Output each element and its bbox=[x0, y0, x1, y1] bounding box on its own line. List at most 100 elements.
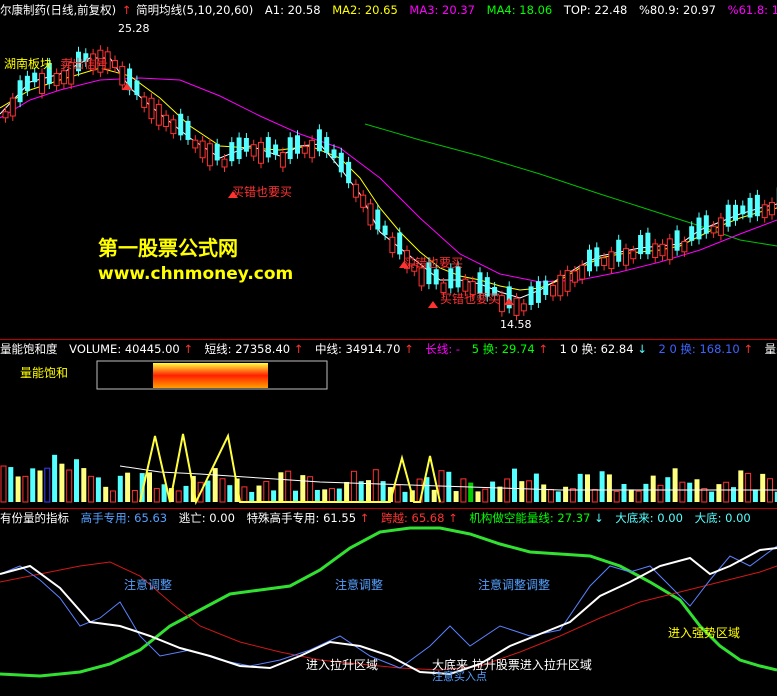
candle bbox=[375, 209, 381, 230]
short-value: 短线: 27358.40 bbox=[204, 342, 291, 356]
pct80-value: %80.9: 20.97 bbox=[638, 3, 716, 17]
candle bbox=[550, 284, 556, 297]
down-arrow-icon: ↓ bbox=[637, 342, 647, 356]
volume-chart[interactable] bbox=[0, 356, 777, 506]
volume-bar bbox=[227, 485, 233, 502]
candle bbox=[279, 152, 286, 168]
volume-bar bbox=[350, 470, 357, 503]
candle bbox=[630, 250, 637, 260]
volume-bar bbox=[372, 469, 379, 503]
volume-bar bbox=[475, 491, 481, 502]
volume-bar bbox=[322, 489, 328, 502]
candle bbox=[498, 295, 505, 313]
candle bbox=[134, 80, 140, 96]
high-price-label: 25.28 bbox=[118, 22, 150, 35]
volume-panel-header: 量能饱和度 VOLUME: 40445.00 ↑ 短线: 27358.40 ↑ … bbox=[0, 341, 777, 357]
volume-bar bbox=[30, 468, 36, 502]
volume-bar bbox=[606, 474, 612, 502]
candle bbox=[652, 243, 659, 259]
down-arrow-icon: ↓ bbox=[593, 511, 604, 525]
candle bbox=[579, 264, 586, 280]
candle bbox=[725, 204, 731, 227]
volume-bar bbox=[613, 490, 620, 503]
candle bbox=[367, 203, 374, 226]
volume-bar bbox=[760, 473, 766, 502]
volume-bar bbox=[504, 478, 511, 503]
candle bbox=[638, 235, 644, 255]
candle bbox=[60, 70, 67, 85]
escape-value: 逃亡: 0.00 bbox=[178, 511, 235, 525]
candle bbox=[206, 143, 213, 167]
volume-bar bbox=[621, 484, 627, 502]
candle bbox=[250, 144, 257, 157]
candle bbox=[528, 286, 534, 305]
big-bottom-value: 大底: 0.00 bbox=[694, 511, 751, 525]
blue-line bbox=[0, 545, 777, 669]
volume-bar bbox=[147, 472, 152, 502]
volume-bar bbox=[635, 490, 642, 503]
candle bbox=[557, 274, 564, 297]
volume-bar bbox=[453, 491, 459, 502]
volume-bar bbox=[745, 472, 752, 503]
volume-bar bbox=[256, 485, 262, 502]
volume-bar bbox=[628, 489, 634, 502]
volume-bar bbox=[533, 473, 539, 502]
saturation-gauge-fill bbox=[153, 363, 268, 388]
indicator-panel-title[interactable]: 有份量的指标 bbox=[0, 511, 69, 525]
candle bbox=[564, 270, 571, 292]
up-arrow-icon: ↑ bbox=[121, 3, 132, 17]
pct618-value: %61.8: 19.46 bbox=[727, 3, 777, 17]
stock-title[interactable]: 尔康制药(日线,前复权) bbox=[0, 3, 116, 17]
candle bbox=[309, 139, 316, 159]
volume-bar bbox=[358, 481, 364, 502]
up-arrow-icon: ↑ bbox=[183, 342, 194, 356]
special-pro-value: 特殊高手专用: 61.55 bbox=[246, 511, 357, 525]
volume-bar bbox=[738, 470, 744, 502]
up-arrow-icon: ↑ bbox=[743, 342, 753, 356]
candle bbox=[9, 97, 16, 117]
volume-bar bbox=[88, 475, 95, 503]
up-arrow-icon: ↑ bbox=[404, 342, 414, 356]
indicator-name[interactable]: 简明均线(5,10,20,60) bbox=[136, 3, 253, 17]
volume-bar bbox=[563, 486, 569, 502]
indicator-panel-header: 有份量的指标 高手专用: 65.63 逃亡: 0.00 特殊高手专用: 61.5… bbox=[0, 510, 777, 526]
candle bbox=[295, 135, 300, 154]
volume-panel-title[interactable]: 量能饱和度 bbox=[0, 342, 58, 356]
volume-bar bbox=[329, 488, 335, 503]
buy-point-tag: 注意买入点 bbox=[432, 670, 487, 683]
candle bbox=[119, 65, 126, 86]
volume-bar bbox=[44, 467, 51, 503]
volume-bar bbox=[66, 469, 73, 503]
volume-bar bbox=[344, 481, 350, 502]
candlestick-chart[interactable] bbox=[0, 18, 777, 340]
candle bbox=[229, 142, 235, 162]
volume-bar bbox=[679, 481, 686, 503]
volume-bar bbox=[249, 491, 255, 502]
candle bbox=[696, 217, 702, 240]
volume-bar bbox=[526, 480, 533, 503]
watermark-url: www.chnmoney.com bbox=[98, 264, 294, 284]
candle bbox=[141, 96, 148, 108]
volume-bar bbox=[183, 485, 189, 502]
indicator-chart[interactable] bbox=[0, 526, 777, 696]
panel-separator bbox=[0, 339, 777, 340]
volume-bar bbox=[468, 482, 474, 502]
candle bbox=[301, 145, 308, 154]
candle bbox=[273, 144, 279, 155]
candle bbox=[448, 268, 454, 289]
candle bbox=[316, 129, 322, 152]
candle bbox=[53, 73, 60, 87]
volume-bar bbox=[541, 484, 547, 502]
candle bbox=[520, 303, 527, 312]
volume-bar bbox=[307, 476, 314, 503]
candle bbox=[287, 137, 293, 160]
strong-zone-tag: 进入强势区域 bbox=[668, 626, 741, 640]
up-arrow-icon: ↑ bbox=[538, 342, 548, 356]
volume-bar bbox=[577, 473, 583, 502]
volume-bar bbox=[0, 465, 7, 503]
sell-signal-tag: 卖出信号 bbox=[60, 57, 109, 71]
candle bbox=[389, 236, 396, 254]
volume-bar bbox=[52, 454, 58, 502]
volume-bar bbox=[482, 488, 489, 503]
candle bbox=[689, 226, 695, 241]
